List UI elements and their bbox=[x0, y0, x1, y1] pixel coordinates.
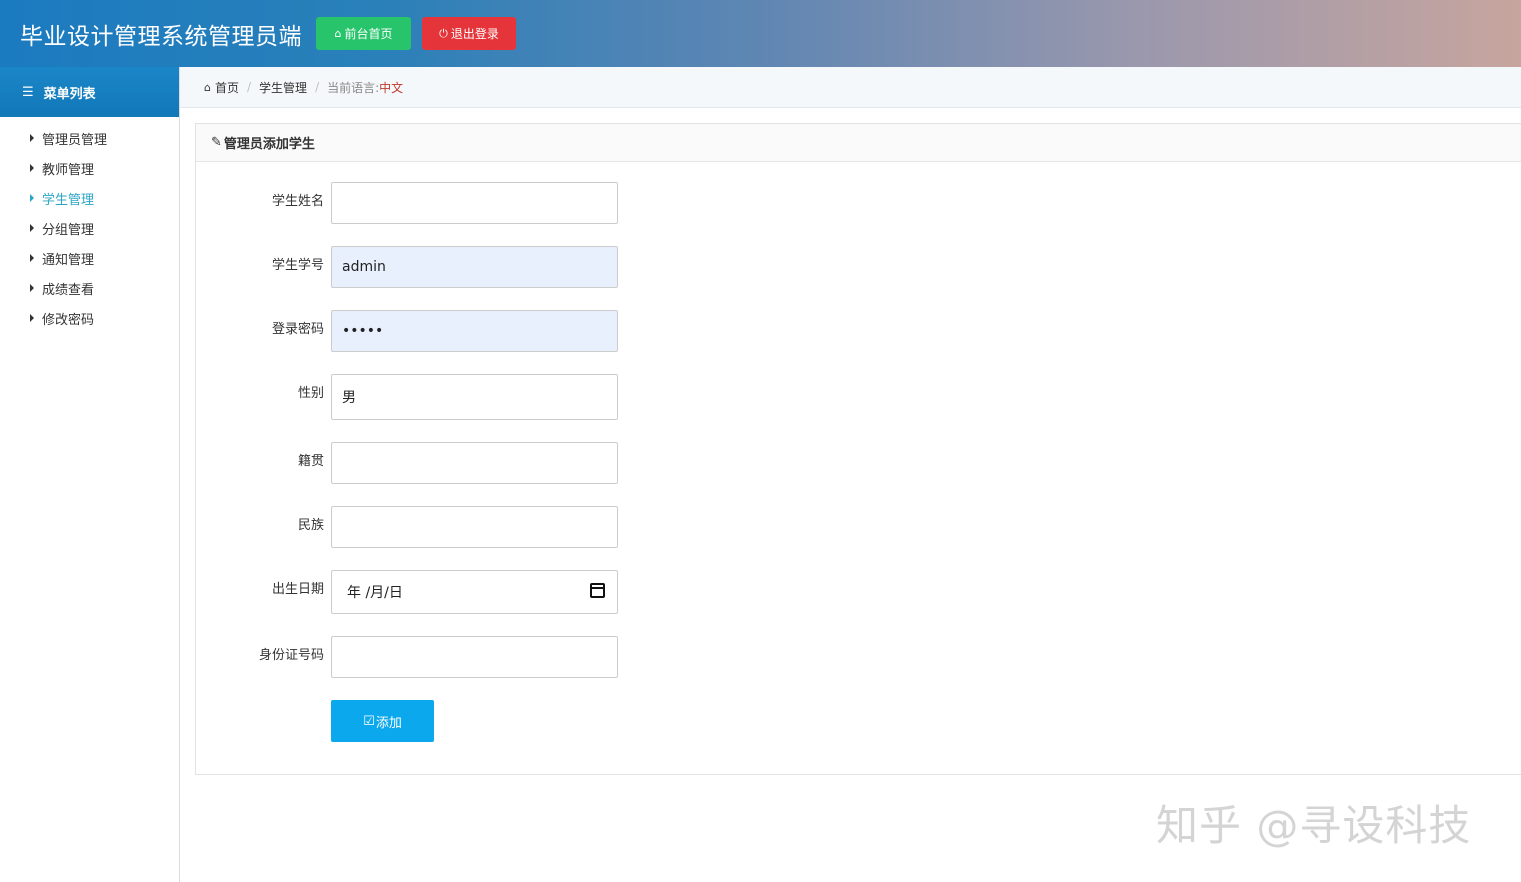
sidebar-menu: 管理员管理 教师管理 学生管理 分组管理 通知管理 成绩查看 修改密码 bbox=[0, 117, 179, 333]
sidebar-item-password[interactable]: 修改密码 bbox=[0, 303, 179, 333]
hometown-input[interactable] bbox=[331, 442, 618, 484]
frontend-home-label: 前台首页 bbox=[344, 27, 393, 41]
sidebar-item-label: 学生管理 bbox=[42, 192, 95, 208]
birthdate-input[interactable]: 年 /月/日 bbox=[331, 570, 618, 614]
sidebar-item-label: 教师管理 bbox=[42, 162, 95, 178]
caret-right-icon bbox=[30, 254, 34, 262]
sidebar-item-label: 成绩查看 bbox=[42, 282, 95, 298]
sidebar-heading-label: 菜单列表 bbox=[43, 86, 96, 102]
field-label: 籍贯 bbox=[297, 454, 324, 469]
breadcrumb-separator: / bbox=[315, 80, 320, 94]
top-header: 毕业设计管理系统管理员端 ⌂ 前台首页 ⏻ 退出登录 bbox=[0, 0, 1521, 67]
field-label: 出生日期 bbox=[271, 582, 324, 597]
field-label: 学生学号 bbox=[271, 258, 324, 273]
caret-right-icon bbox=[30, 284, 34, 292]
sidebar-item-admin[interactable]: 管理员管理 bbox=[0, 123, 179, 153]
breadcrumb: ⌂ 首页 / 学生管理 / 当前语言: 中文 bbox=[180, 67, 1521, 108]
caret-right-icon bbox=[30, 194, 34, 202]
gender-select[interactable]: 男 bbox=[331, 374, 618, 420]
language-value: 中文 bbox=[379, 80, 404, 95]
sidebar-item-label: 管理员管理 bbox=[42, 132, 108, 148]
sidebar-item-student[interactable]: 学生管理 bbox=[0, 183, 179, 213]
sidebar-item-label: 修改密码 bbox=[42, 312, 95, 328]
app-title: 毕业设计管理系统管理员端 bbox=[20, 23, 302, 50]
edit-icon: ✎ bbox=[211, 135, 222, 150]
add-student-panel: ✎ 管理员添加学生 学生姓名 学生学号 admin 登录密码 ••••• 性别 … bbox=[195, 123, 1521, 775]
ethnicity-input[interactable] bbox=[331, 506, 618, 548]
birthdate-placeholder: 年 /月/日 bbox=[347, 585, 403, 601]
student-id-input[interactable]: admin bbox=[331, 246, 618, 288]
sidebar-heading: ☰ 菜单列表 bbox=[0, 67, 179, 117]
field-label: 民族 bbox=[297, 518, 324, 533]
sidebar-item-label: 分组管理 bbox=[42, 222, 95, 238]
add-button-label: 添加 bbox=[375, 715, 402, 731]
breadcrumb-home[interactable]: 首页 bbox=[215, 79, 239, 96]
calendar-icon[interactable] bbox=[590, 583, 605, 598]
field-label: 登录密码 bbox=[271, 322, 324, 337]
breadcrumb-separator: / bbox=[247, 80, 252, 94]
sidebar: ☰ 菜单列表 管理员管理 教师管理 学生管理 分组管理 通知管理 成绩查看 修改… bbox=[0, 67, 180, 882]
list-icon: ☰ bbox=[22, 84, 34, 100]
frontend-home-button[interactable]: ⌂ 前台首页 bbox=[316, 17, 411, 50]
home-icon: ⌂ bbox=[334, 27, 342, 40]
breadcrumb-section[interactable]: 学生管理 bbox=[259, 79, 307, 96]
logout-label: 退出登录 bbox=[450, 27, 499, 41]
logout-button[interactable]: ⏻ 退出登录 bbox=[422, 17, 516, 50]
password-input[interactable]: ••••• bbox=[331, 310, 618, 352]
panel-title: 管理员添加学生 bbox=[223, 137, 315, 152]
field-label: 性别 bbox=[297, 386, 324, 401]
caret-right-icon bbox=[30, 224, 34, 232]
caret-right-icon bbox=[30, 314, 34, 322]
sidebar-item-teacher[interactable]: 教师管理 bbox=[0, 153, 179, 183]
sidebar-item-group[interactable]: 分组管理 bbox=[0, 213, 179, 243]
sidebar-item-label: 通知管理 bbox=[42, 252, 95, 268]
field-label: 身份证号码 bbox=[258, 648, 324, 663]
check-square-icon: ☑ bbox=[363, 713, 375, 729]
language-label: 当前语言: bbox=[327, 80, 380, 95]
panel-heading: ✎ 管理员添加学生 bbox=[196, 124, 1521, 162]
caret-right-icon bbox=[30, 134, 34, 142]
add-button[interactable]: ☑ 添加 bbox=[331, 700, 434, 742]
student-name-input[interactable] bbox=[331, 182, 618, 224]
field-label: 学生姓名 bbox=[271, 194, 324, 209]
sidebar-item-notice[interactable]: 通知管理 bbox=[0, 243, 179, 273]
caret-right-icon bbox=[30, 164, 34, 172]
power-icon: ⏻ bbox=[439, 26, 448, 40]
home-icon: ⌂ bbox=[204, 80, 211, 94]
watermark: 知乎 @寻设科技 bbox=[1156, 801, 1472, 850]
id-card-input[interactable] bbox=[331, 636, 618, 678]
sidebar-item-score[interactable]: 成绩查看 bbox=[0, 273, 179, 303]
